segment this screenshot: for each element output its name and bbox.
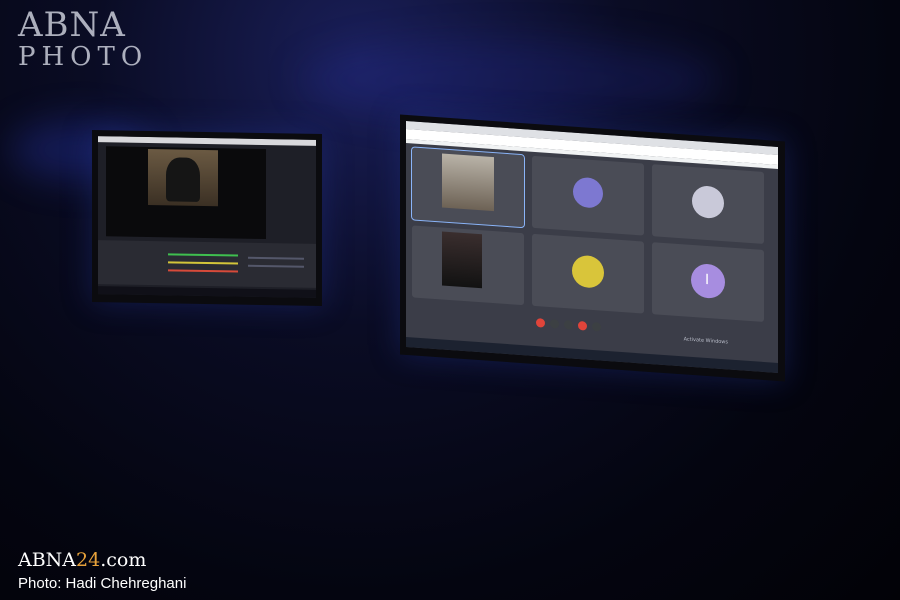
participant-grid: I: [411, 146, 772, 324]
site-name: ABNA24.com: [18, 549, 186, 571]
right-monitor: I Activate Windows: [400, 114, 785, 382]
audio-meter: [168, 253, 238, 257]
site-accent: 24: [76, 549, 101, 571]
site-tail: .com: [100, 549, 147, 571]
speaker-silhouette: [166, 157, 200, 202]
left-monitor: [92, 129, 322, 307]
windows-taskbar: [98, 286, 316, 298]
ambient-light: [300, 40, 720, 120]
obs-menu-bar: [98, 136, 316, 146]
participant-tile: [411, 146, 525, 229]
watermark-brand: ABNA: [18, 5, 126, 45]
participant-tile: I: [652, 242, 764, 322]
participant-video: [442, 231, 482, 289]
participant-video: [442, 153, 494, 212]
photo-credit: ABNA24.com Photo: Hadi Chehreghani: [18, 549, 186, 592]
abna-photo-watermark: ABNA PHOTO: [18, 8, 148, 70]
mic-off-icon: [536, 318, 545, 328]
participant-avatar: [692, 184, 724, 220]
participant-avatar: [572, 254, 604, 289]
obs-control: [248, 264, 304, 268]
participant-tile: [532, 155, 644, 236]
obs-audio-mixer: [98, 240, 316, 288]
present-icon: [564, 320, 573, 330]
meet-screen: I Activate Windows: [406, 120, 778, 373]
participant-avatar: [573, 176, 603, 209]
site-main: ABNA: [18, 549, 77, 571]
participant-tile: [532, 233, 644, 314]
obs-preview: [106, 146, 266, 240]
photo-scene: ABNA PHOTO I Activate Windows ABNA24.com…: [0, 0, 900, 600]
participant-avatar: I: [691, 262, 725, 300]
end-call-icon: [578, 320, 587, 331]
audio-meter: [168, 269, 238, 273]
avatar-initial: I: [705, 271, 710, 289]
obs-control: [248, 256, 304, 260]
obs-screen: [98, 136, 316, 298]
watermark-subtitle: PHOTO: [18, 42, 149, 72]
participant-tile: [652, 164, 764, 244]
camera-icon: [550, 319, 559, 329]
more-options-icon: [592, 321, 601, 332]
participant-tile: [412, 225, 524, 306]
audio-meter: [168, 261, 238, 265]
photographer-credit: Photo: Hadi Chehreghani: [18, 575, 187, 592]
